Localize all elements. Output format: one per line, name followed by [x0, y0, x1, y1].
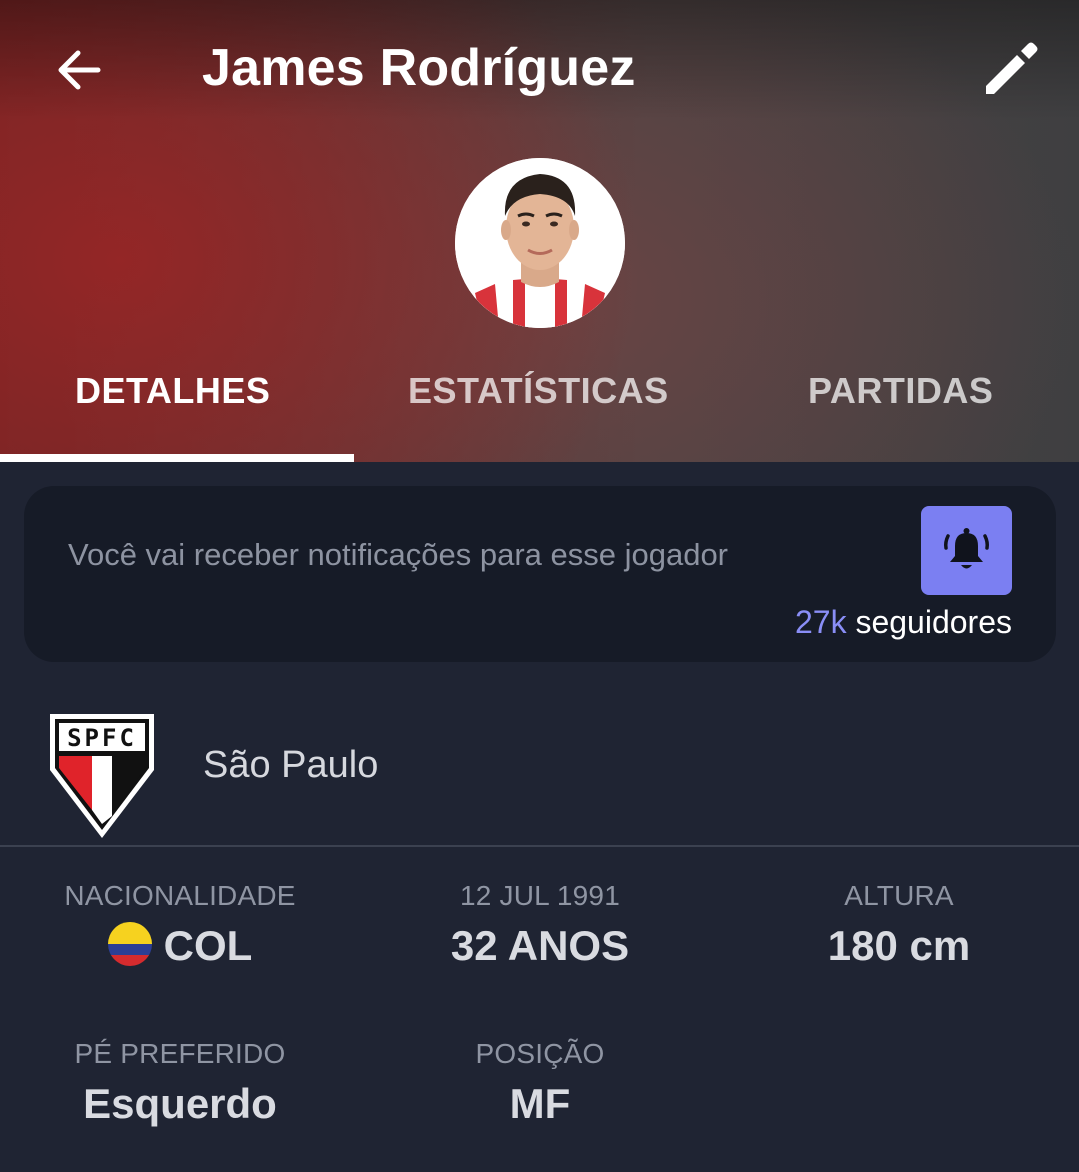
follow-bell-button[interactable]: [921, 506, 1012, 595]
pencil-icon: [986, 42, 1038, 94]
nationality-value-row: COL: [20, 922, 340, 970]
club-name: São Paulo: [203, 744, 379, 786]
preferred-foot-value: Esquerdo: [83, 1080, 277, 1127]
notification-text: Você vai receber notificações para esse …: [68, 537, 729, 572]
back-button[interactable]: [50, 40, 110, 100]
section-divider: [0, 845, 1079, 847]
active-tab-indicator: [0, 454, 354, 462]
nationality-info: NACIONALIDADE COL: [20, 880, 340, 970]
club-row[interactable]: SPFC São Paulo: [0, 690, 1079, 845]
preferred-foot-info: PÉ PREFERIDO Esquerdo: [20, 1038, 340, 1128]
followers-number: 27k: [794, 604, 847, 640]
height-value: 180 cm: [827, 922, 971, 969]
birth-date-label: 12 JUL 1991: [460, 880, 620, 911]
page-title: James Rodríguez: [202, 39, 636, 97]
followers-count: 27k seguidores: [795, 604, 1012, 641]
colombia-flag-icon: [107, 922, 152, 966]
nationality-value: COL: [163, 922, 253, 969]
nationality-label: NACIONALIDADE: [64, 880, 296, 911]
tab-estatisticas[interactable]: ESTATÍSTICAS: [408, 370, 669, 412]
position-info: POSIÇÃO MF: [380, 1038, 700, 1128]
svg-text:SPFC: SPFC: [67, 724, 137, 752]
arrow-left-icon: [58, 50, 101, 90]
tab-partidas[interactable]: PARTIDAS: [808, 370, 993, 412]
bell-ringing-icon: [944, 528, 989, 569]
age-info: 12 JUL 1991 32 ANOS: [380, 880, 700, 970]
player-avatar: [455, 158, 625, 328]
position-label: POSIÇÃO: [475, 1038, 605, 1069]
player-header: James Rodríguez DETALHES ESTATÍSTICAS PA…: [0, 0, 1079, 462]
age-value: 32 ANOS: [450, 922, 630, 969]
position-value: MF: [509, 1080, 571, 1127]
height-label: ALTURA: [844, 880, 954, 911]
club-crest-logo: SPFC: [48, 712, 156, 840]
edit-button[interactable]: [978, 36, 1044, 102]
followers-label: seguidores: [855, 604, 1012, 640]
preferred-foot-label: PÉ PREFERIDO: [74, 1038, 286, 1069]
height-info: ALTURA 180 cm: [739, 880, 1059, 970]
tab-detalhes[interactable]: DETALHES: [75, 370, 270, 412]
tab-bar: DETALHES ESTATÍSTICAS PARTIDAS: [0, 340, 1079, 462]
notification-card: Você vai receber notificações para esse …: [24, 486, 1056, 662]
